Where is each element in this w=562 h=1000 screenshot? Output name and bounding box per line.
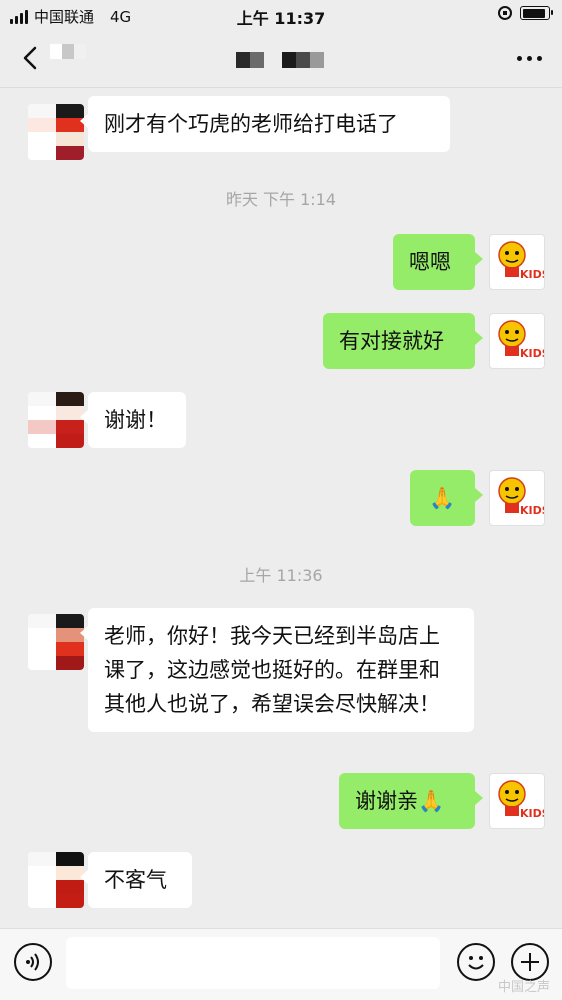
self-avatar[interactable]: KIDS (489, 234, 545, 290)
contact-avatar[interactable] (28, 614, 84, 670)
message-bubble-outgoing[interactable]: 🙏 (410, 470, 483, 526)
contact-avatar[interactable] (28, 104, 84, 160)
message-bubble-outgoing[interactable]: 谢谢亲🙏 (339, 773, 483, 829)
voice-icon[interactable] (14, 943, 52, 981)
battery-icon (520, 6, 553, 20)
emoji-icon[interactable] (457, 943, 495, 981)
kids-logo-icon: KIDS (498, 241, 545, 281)
kids-logo-text: KIDS (520, 268, 545, 281)
contact-avatar[interactable] (28, 852, 84, 908)
message-bubble-incoming[interactable]: 刚才有个巧虎的老师给打电话了 (80, 96, 450, 152)
message-timestamp: 昨天 下午 1:14 (225, 190, 337, 209)
unread-count-blurred (50, 44, 86, 74)
more-dots-icon[interactable] (517, 56, 542, 61)
message-bubble-incoming[interactable]: 老师，你好！我今天已经到半岛店上课了，这边感觉也挺好的。在群里和其他人也说了，希… (80, 608, 474, 732)
status-bar: 中国联通 4G 上午 11:37 (0, 0, 562, 30)
kids-logo-icon: KIDS (498, 780, 545, 820)
message-timestamp: 上午 11:36 (239, 566, 323, 585)
message-bubble-incoming[interactable]: 不客气 (80, 852, 192, 908)
clock: 上午 11:37 (236, 9, 326, 28)
kids-logo-text: KIDS (520, 347, 545, 360)
input-bar (0, 928, 562, 1000)
chevron-left-icon[interactable] (18, 44, 46, 72)
orientation-lock-icon (498, 6, 512, 20)
self-avatar[interactable]: KIDS (489, 773, 545, 829)
message-input[interactable] (66, 937, 440, 989)
self-avatar[interactable]: KIDS (489, 313, 545, 369)
contact-name-blurred (236, 52, 324, 68)
message-bubble-outgoing[interactable]: 有对接就好 (323, 313, 483, 369)
kids-logo-text: KIDS (520, 504, 545, 517)
kids-logo-icon: KIDS (498, 477, 545, 517)
message-bubble-incoming[interactable]: 谢谢！ (80, 392, 186, 448)
kids-logo-icon: KIDS (498, 320, 545, 360)
watermark: 中国之声 (497, 980, 550, 995)
self-avatar[interactable]: KIDS (489, 470, 545, 526)
chat-header (0, 30, 562, 88)
kids-logo-text: KIDS (520, 807, 545, 820)
contact-avatar[interactable] (28, 392, 84, 448)
message-bubble-outgoing[interactable]: 嗯嗯 (393, 234, 483, 290)
